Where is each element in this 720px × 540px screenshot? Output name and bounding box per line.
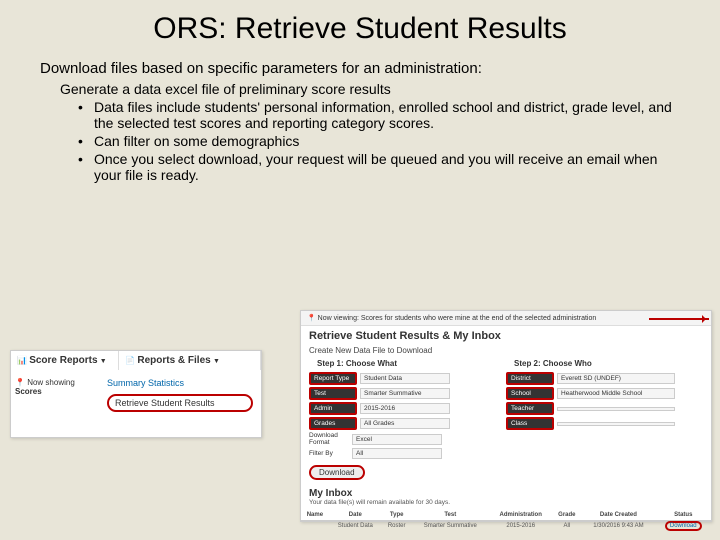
grades-select[interactable]: All Grades xyxy=(360,418,450,429)
grades-label: Grades xyxy=(309,417,357,430)
score-reports-menu[interactable]: Score Reports xyxy=(29,355,97,366)
pin-icon: 📍 xyxy=(307,315,316,322)
th-test: Test xyxy=(411,510,489,521)
td xyxy=(301,521,329,532)
main-panel: 📍 Now viewing: Scores for students who w… xyxy=(300,310,712,522)
report-type-select[interactable]: Student Data xyxy=(360,373,450,384)
filter-select[interactable]: All xyxy=(352,448,442,459)
scores-label: Scores xyxy=(15,387,42,396)
admin-select[interactable]: 2015-2016 xyxy=(360,403,450,414)
teacher-select[interactable] xyxy=(557,407,675,411)
step2-label: Step 2: Choose Who xyxy=(506,357,703,370)
td: Smarter Summative xyxy=(411,521,489,532)
admin-label: Admin xyxy=(309,402,357,415)
class-label: Class xyxy=(506,417,554,430)
th-status: Status xyxy=(655,510,711,521)
school-select[interactable]: Heatherwood Middle School xyxy=(557,388,675,399)
test-label: Test xyxy=(309,387,357,400)
th-type: Type xyxy=(382,510,412,521)
chart-icon: 📊 xyxy=(17,356,27,365)
intro-text: Download files based on specific paramet… xyxy=(40,60,680,77)
th-created: Date Created xyxy=(581,510,655,521)
format-select[interactable]: Excel xyxy=(352,434,442,445)
district-select[interactable]: Everett SD (UNDEF) xyxy=(557,373,675,384)
th-admin: Administration xyxy=(489,510,552,521)
inbox-note: Your data file(s) will remain available … xyxy=(301,499,711,506)
retrieve-results-link[interactable]: Retrieve Student Results xyxy=(107,394,253,412)
bullet-item: Can filter on some demographics xyxy=(78,133,680,149)
table-row: Student Data Roster Smarter Summative 20… xyxy=(301,521,711,532)
reports-files-menu[interactable]: Reports & Files xyxy=(137,355,210,366)
teacher-label: Teacher xyxy=(506,402,554,415)
th-grade: Grade xyxy=(552,510,581,521)
menu-panel: 📊 Score Reports ▼ 📄 Reports & Files ▼ 📍 … xyxy=(10,350,262,438)
subtitle-text: Generate a data excel file of preliminar… xyxy=(60,81,680,97)
class-select[interactable] xyxy=(557,422,675,426)
download-button[interactable]: Download xyxy=(309,465,365,480)
filter-label: Filter By xyxy=(309,450,349,457)
report-type-label: Report Type xyxy=(309,372,357,385)
chevron-down-icon: ▼ xyxy=(100,358,107,365)
pin-icon: 📍 xyxy=(15,378,25,387)
step1-label: Step 1: Choose What xyxy=(309,357,506,370)
arrow-annotation xyxy=(649,318,709,320)
now-showing-label: Now showing xyxy=(27,378,75,387)
page-title: ORS: Retrieve Student Results xyxy=(0,0,720,52)
bullet-item: Data files include students' personal in… xyxy=(78,99,680,131)
inbox-table: Name Date Type Test Administration Grade… xyxy=(301,510,711,531)
test-select[interactable]: Smarter Summative xyxy=(360,388,450,399)
district-label: District xyxy=(506,372,554,385)
td: 1/30/2016 9:43 AM xyxy=(581,521,655,532)
th-date: Date xyxy=(329,510,382,521)
bullet-list: Data files include students' personal in… xyxy=(78,99,680,183)
download-link[interactable]: Download xyxy=(665,521,702,531)
topbar-text: Now viewing: Scores for students who wer… xyxy=(318,315,597,322)
td: Roster xyxy=(382,521,412,532)
td: Student Data xyxy=(329,521,382,532)
summary-statistics-link[interactable]: Summary Statistics xyxy=(99,374,261,392)
inbox-heading: My Inbox xyxy=(301,484,711,499)
td: 2015-2016 xyxy=(489,521,552,532)
th-name: Name xyxy=(301,510,329,521)
school-label: School xyxy=(506,387,554,400)
chevron-down-icon: ▼ xyxy=(213,358,220,365)
document-icon: 📄 xyxy=(125,356,135,365)
format-label: Download Format xyxy=(309,432,349,446)
panel-heading: Retrieve Student Results & My Inbox xyxy=(301,326,711,344)
td: All xyxy=(552,521,581,532)
create-new-label: Create New Data File to Download xyxy=(301,344,711,357)
bullet-item: Once you select download, your request w… xyxy=(78,151,680,183)
